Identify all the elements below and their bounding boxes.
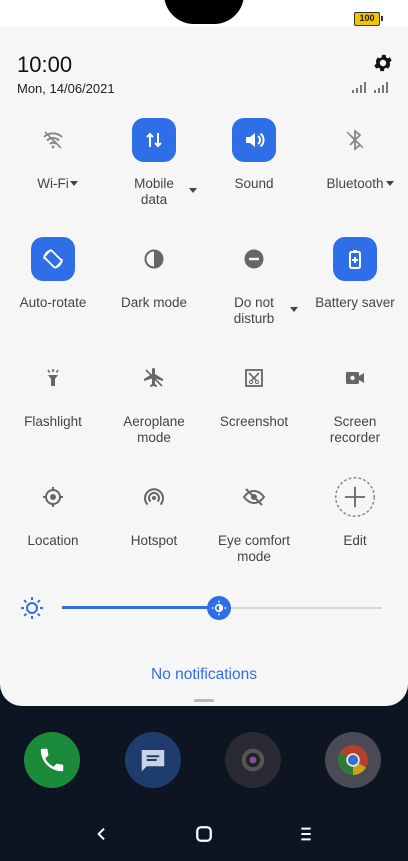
hotspot-icon bbox=[144, 488, 164, 506]
tile-label: Dark mode bbox=[120, 295, 188, 310]
tile-edit[interactable]: Edit bbox=[304, 475, 406, 550]
recents-button[interactable] bbox=[294, 822, 318, 846]
slider-thumb[interactable] bbox=[206, 596, 231, 620]
home-button[interactable] bbox=[192, 822, 216, 846]
chevron-down-icon[interactable] bbox=[290, 307, 298, 312]
tile-label: Wi-Fi bbox=[37, 176, 69, 191]
quick-settings-panel: 10:00 Mon, 14/06/2021 Wi-Fi Mobile data bbox=[0, 26, 408, 706]
gear-icon[interactable] bbox=[372, 52, 394, 74]
edit-plus-icon bbox=[335, 477, 375, 517]
tile-label: Sound bbox=[234, 176, 274, 191]
clock-date: Mon, 14/06/2021 bbox=[17, 81, 115, 96]
back-icon bbox=[97, 827, 105, 841]
tile-auto-rotate[interactable]: Auto-rotate bbox=[2, 237, 104, 312]
eye-comfort-icon bbox=[242, 488, 266, 506]
chevron-down-icon[interactable] bbox=[70, 181, 78, 186]
tile-eye-comfort-mode[interactable]: Eye comfort mode bbox=[203, 475, 305, 566]
brightness-low-icon bbox=[21, 597, 43, 619]
signal-indicators bbox=[352, 82, 390, 93]
brightness-icon bbox=[211, 600, 227, 616]
back-button[interactable] bbox=[90, 822, 114, 846]
slider-fill bbox=[62, 606, 219, 609]
signal-strength-icon bbox=[374, 82, 388, 93]
home-icon bbox=[196, 826, 212, 842]
tile-dark-mode[interactable]: Dark mode bbox=[103, 237, 205, 312]
dark-mode-icon bbox=[144, 249, 164, 269]
signal-strength-icon bbox=[352, 82, 366, 93]
bluetooth-icon bbox=[346, 129, 364, 151]
camera-notch bbox=[164, 0, 244, 24]
tile-label: Screen recorder bbox=[329, 414, 381, 445]
tile-do-not-disturb[interactable]: Do not disturb bbox=[203, 237, 305, 328]
tile-label: Location bbox=[27, 533, 79, 548]
tile-flashlight[interactable]: Flashlight bbox=[2, 356, 104, 431]
tile-label: Hotspot bbox=[130, 533, 178, 548]
aeroplane-icon bbox=[144, 368, 163, 387]
tile-sound[interactable]: Sound bbox=[203, 118, 305, 193]
tile-label: Screenshot bbox=[219, 414, 289, 429]
tile-label: Do not disturb bbox=[233, 295, 275, 326]
tile-label: Battery saver bbox=[315, 295, 395, 310]
tile-label: Aeroplane mode bbox=[123, 414, 185, 445]
brightness-slider[interactable] bbox=[20, 596, 384, 620]
messages-app-icon[interactable] bbox=[125, 732, 181, 788]
tile-wifi[interactable]: Wi-Fi bbox=[2, 118, 104, 193]
do-not-disturb-icon bbox=[244, 249, 264, 269]
recents-icon bbox=[301, 827, 311, 841]
location-icon bbox=[43, 487, 63, 507]
chevron-down-icon[interactable] bbox=[189, 188, 197, 193]
camera-app-icon[interactable] bbox=[225, 732, 281, 788]
home-dock bbox=[0, 726, 408, 796]
battery-icon: 100 bbox=[354, 12, 383, 26]
phone-app-icon[interactable] bbox=[24, 732, 80, 788]
tile-label: Eye comfort mode bbox=[217, 533, 291, 564]
battery-saver-icon bbox=[349, 250, 361, 269]
tile-bluetooth[interactable]: Bluetooth bbox=[304, 118, 406, 193]
tile-hotspot[interactable]: Hotspot bbox=[103, 475, 205, 550]
chrome-app-icon[interactable] bbox=[325, 732, 381, 788]
wifi-icon bbox=[43, 131, 63, 149]
screenshot-icon bbox=[245, 369, 263, 387]
screen-recorder-icon bbox=[346, 372, 364, 384]
flashlight-icon bbox=[47, 369, 59, 386]
tile-mobile-data[interactable]: Mobile data bbox=[103, 118, 205, 209]
tile-label: Edit bbox=[343, 533, 367, 548]
tile-battery-saver[interactable]: Battery saver bbox=[304, 237, 406, 312]
navigation-bar bbox=[0, 810, 408, 861]
chevron-down-icon[interactable] bbox=[386, 181, 394, 186]
auto-rotate-icon bbox=[43, 249, 63, 269]
tile-aeroplane-mode[interactable]: Aeroplane mode bbox=[103, 356, 205, 447]
tile-label: Auto-rotate bbox=[19, 295, 87, 310]
drag-handle[interactable] bbox=[194, 699, 214, 702]
tile-screenshot[interactable]: Screenshot bbox=[203, 356, 305, 431]
tile-label: Flashlight bbox=[24, 414, 82, 429]
sound-icon bbox=[246, 132, 265, 148]
tile-screen-recorder[interactable]: Screen recorder bbox=[304, 356, 406, 447]
no-notifications-text: No notifications bbox=[151, 666, 257, 683]
mobile-data-icon bbox=[146, 132, 162, 148]
clock-time: 10:00 bbox=[17, 52, 73, 77]
tile-label: Mobile data bbox=[134, 176, 174, 207]
tile-location[interactable]: Location bbox=[2, 475, 104, 550]
